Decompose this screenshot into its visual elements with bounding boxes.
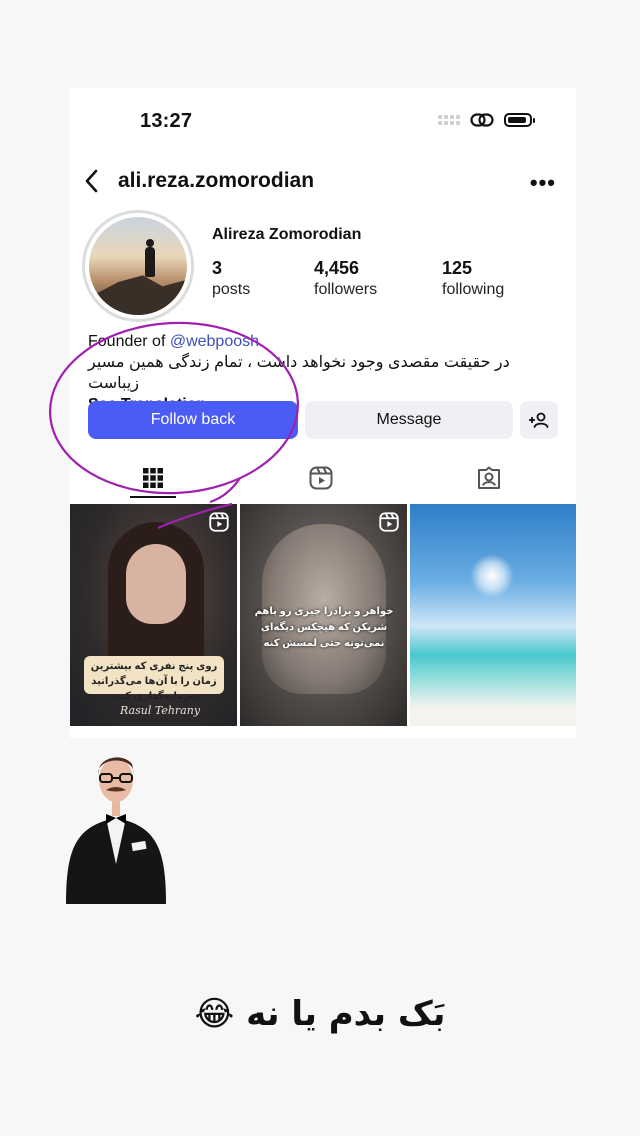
- sticker-man-icon: [66, 757, 166, 904]
- annotation-circle: [48, 321, 300, 530]
- story-caption: بَک بدم یا نه 😂: [194, 994, 446, 1034]
